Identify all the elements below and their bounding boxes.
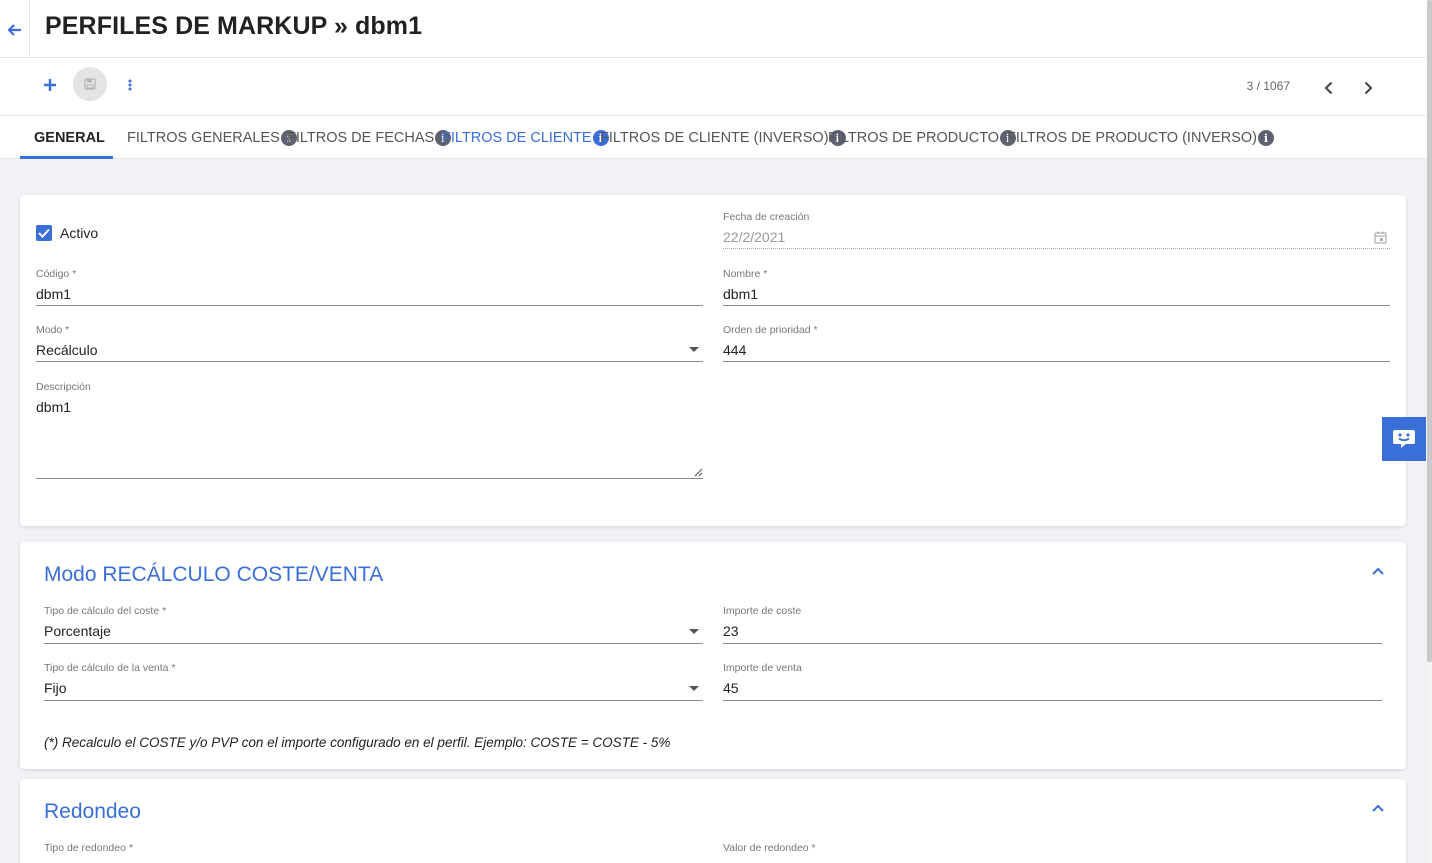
add-icon[interactable] xyxy=(40,75,60,95)
importe-venta-label: Importe de venta xyxy=(723,662,802,674)
valor-redondeo-label: Valor de redondeo * xyxy=(723,842,816,854)
chevron-up-icon[interactable] xyxy=(1370,564,1386,578)
modo-underline xyxy=(36,361,703,362)
chevron-up-icon[interactable] xyxy=(1370,801,1386,815)
tipo-venta-underline xyxy=(44,700,703,701)
descripcion-textarea[interactable]: dbm1 xyxy=(36,399,71,415)
redondeo-card: Redondeo Tipo de redondeo * Valor de red… xyxy=(20,779,1406,863)
descripcion-label: Descripción xyxy=(36,381,91,393)
info-icon: i xyxy=(1258,130,1275,146)
activo-checkbox[interactable] xyxy=(36,225,52,241)
tipo-venta-select[interactable]: Fijo xyxy=(44,680,67,696)
fecha-creacion-value: 22/2/2021 xyxy=(723,229,786,245)
importe-coste-label: Importe de coste xyxy=(723,605,802,617)
codigo-label: Código * xyxy=(36,268,77,280)
save-button[interactable] xyxy=(73,67,107,101)
nombre-underline xyxy=(723,305,1390,306)
descripcion-underline xyxy=(36,478,703,479)
tab-label: FILTROS DE PRODUCTO (INVERSO) xyxy=(1007,130,1258,146)
tipo-redondeo-label: Tipo de redondeo * xyxy=(44,842,133,854)
chevron-right-icon[interactable] xyxy=(1358,76,1378,100)
more-vertical-icon[interactable] xyxy=(121,75,139,95)
recalculo-note: (*) Recalculo el COSTE y/o PVP con el im… xyxy=(44,735,671,750)
nombre-label: Nombre * xyxy=(723,268,768,280)
tipo-coste-underline xyxy=(44,643,703,644)
tab-bar: GENERAL FILTROS GENERALES i FILTROS DE F… xyxy=(0,116,1427,159)
dropdown-arrow-icon[interactable] xyxy=(689,686,699,691)
importe-venta-input[interactable]: 45 xyxy=(723,680,739,696)
modo-label: Modo * xyxy=(36,324,70,336)
tab-filtros-cliente[interactable]: FILTROS DE CLIENTE i xyxy=(442,130,609,146)
general-card: Activo Fecha de creación 22/2/2021 Códig… xyxy=(20,195,1406,526)
back-arrow-icon[interactable] xyxy=(6,20,24,40)
orden-input[interactable]: 444 xyxy=(723,342,746,358)
orden-underline xyxy=(723,361,1390,362)
tab-label: FILTROS GENERALES xyxy=(127,130,280,146)
importe-venta-underline xyxy=(723,700,1382,701)
title-bar: PERFILES DE MARKUP » dbm1 xyxy=(0,0,1427,58)
tab-label: FILTROS DE PRODUCTO xyxy=(828,130,1000,146)
tab-general[interactable]: GENERAL xyxy=(34,130,105,146)
calendar-icon xyxy=(1374,231,1387,244)
dropdown-arrow-icon[interactable] xyxy=(689,629,699,634)
divider xyxy=(29,0,30,58)
modo-select[interactable]: Recálculo xyxy=(36,342,97,358)
activo-label: Activo xyxy=(60,225,99,241)
tab-filtros-generales[interactable]: FILTROS GENERALES i xyxy=(127,130,297,146)
tab-label: FILTROS DE CLIENTE xyxy=(442,130,592,146)
tab-label: FILTROS DE FECHAS xyxy=(287,130,435,146)
scrollbar-thumb[interactable] xyxy=(1427,0,1432,662)
importe-coste-input[interactable]: 23 xyxy=(723,623,739,639)
importe-coste-underline xyxy=(723,643,1382,644)
dropdown-arrow-icon[interactable] xyxy=(689,347,699,352)
codigo-underline xyxy=(36,305,703,306)
tab-filtros-producto[interactable]: FILTROS DE PRODUCTO i xyxy=(828,130,1017,146)
pager-counter: 3 / 1067 xyxy=(1246,79,1290,93)
check-icon xyxy=(38,228,50,238)
orden-label: Orden de prioridad * xyxy=(723,324,818,336)
chat-support-button[interactable] xyxy=(1382,417,1426,461)
nombre-input[interactable]: dbm1 xyxy=(723,286,758,302)
fecha-creacion-underline xyxy=(723,248,1390,249)
toolbar: 3 / 1067 xyxy=(0,58,1427,116)
tab-filtros-fechas[interactable]: FILTROS DE FECHAS i xyxy=(287,130,452,146)
save-icon xyxy=(84,78,96,90)
resize-handle-icon[interactable] xyxy=(693,464,703,477)
chevron-left-icon[interactable] xyxy=(1318,76,1338,100)
chat-bot-icon xyxy=(1393,430,1415,448)
codigo-input[interactable]: dbm1 xyxy=(36,286,71,302)
tipo-coste-select[interactable]: Porcentaje xyxy=(44,623,111,639)
tab-filtros-producto-inverso[interactable]: FILTROS DE PRODUCTO (INVERSO) i xyxy=(1007,130,1275,146)
tipo-venta-label: Tipo de cálculo de la venta * xyxy=(44,662,176,674)
tab-filtros-cliente-inverso[interactable]: FILTROS DE CLIENTE (INVERSO) i xyxy=(600,130,846,146)
recalculo-section-title: Modo RECÁLCULO COSTE/VENTA xyxy=(44,563,384,586)
fecha-creacion-label: Fecha de creación xyxy=(723,211,810,223)
page-title: PERFILES DE MARKUP » dbm1 xyxy=(45,12,423,40)
tab-label: GENERAL xyxy=(34,130,105,146)
tab-label: FILTROS DE CLIENTE (INVERSO) xyxy=(600,130,829,146)
active-tab-indicator xyxy=(20,156,113,159)
tipo-coste-label: Tipo de cálculo del coste * xyxy=(44,605,167,617)
recalculo-card: Modo RECÁLCULO COSTE/VENTA Tipo de cálcu… xyxy=(20,542,1406,769)
redondeo-section-title: Redondeo xyxy=(44,800,141,823)
